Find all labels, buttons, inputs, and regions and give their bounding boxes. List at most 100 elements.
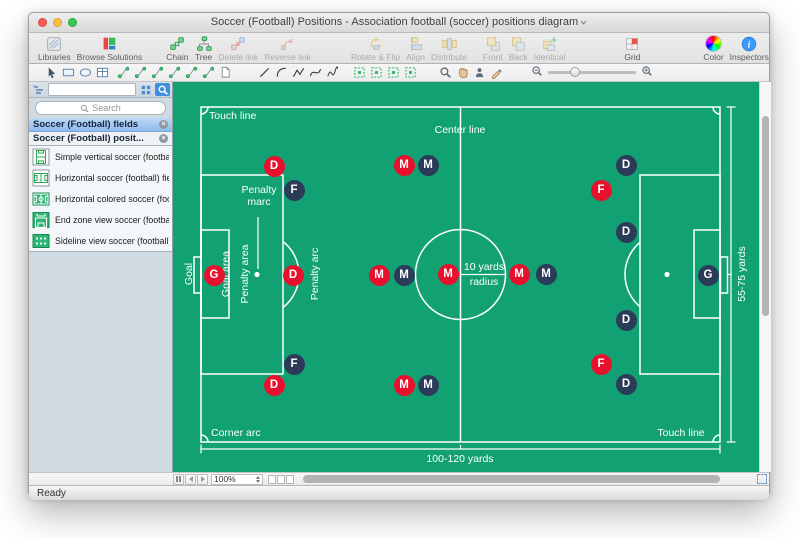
pointer-tool-icon[interactable] bbox=[43, 65, 60, 80]
label-penalty-arc[interactable]: Penalty arc bbox=[309, 248, 321, 301]
player-navy-m[interactable]: M bbox=[393, 264, 415, 286]
table-tool-icon[interactable] bbox=[94, 65, 111, 80]
library-tree-icon[interactable] bbox=[31, 83, 46, 96]
tab-close-icon[interactable]: × bbox=[159, 134, 168, 143]
soccer-field-drawing[interactable] bbox=[173, 82, 759, 472]
drawing-canvas[interactable]: Touch line Center line Corner arc Touch … bbox=[173, 82, 759, 472]
connector-smart-icon[interactable] bbox=[132, 65, 149, 80]
select-move-icon[interactable] bbox=[402, 65, 419, 80]
arc-tool-icon[interactable] bbox=[273, 65, 290, 80]
player-red-d[interactable]: D bbox=[263, 155, 285, 177]
toolbar-color-button[interactable]: Color bbox=[700, 34, 726, 62]
zoom-slider-thumb[interactable] bbox=[570, 67, 580, 77]
label-corner-arc[interactable]: Corner arc bbox=[211, 427, 261, 439]
library-item-label: Simple vertical soccer (football) ... bbox=[55, 151, 169, 162]
pane-splitter-handle[interactable] bbox=[173, 473, 184, 485]
player-red-m[interactable]: M bbox=[508, 263, 530, 285]
zoom-slider-track[interactable] bbox=[548, 67, 636, 77]
ellipse-tool-icon[interactable] bbox=[77, 65, 94, 80]
pencil-tool-icon[interactable] bbox=[488, 65, 505, 80]
vertical-scrollbar-thumb[interactable] bbox=[762, 116, 769, 316]
player-red-m[interactable]: M bbox=[393, 154, 415, 176]
library-tab-soccer-football-posit[interactable]: Soccer (Football) posit... × bbox=[29, 132, 172, 146]
player-red-d[interactable]: D bbox=[263, 374, 285, 396]
v-outline-field-icon bbox=[32, 148, 50, 166]
title-bar[interactable]: Soccer (Football) Positions - Associatio… bbox=[29, 13, 769, 33]
scribble-tool-icon[interactable] bbox=[324, 65, 341, 80]
library-item-horizontal-soccer-football-field[interactable]: Horizontal soccer (football) field bbox=[29, 167, 172, 188]
polyline-tool-icon[interactable] bbox=[290, 65, 307, 80]
library-item-horizontal-colored-soccer-footb[interactable]: Horizontal colored soccer (footb... bbox=[29, 188, 172, 209]
player-red-f[interactable]: F bbox=[590, 179, 612, 201]
player-red-d[interactable]: D bbox=[282, 264, 304, 286]
label-touch-line-bottom[interactable]: Touch line bbox=[657, 427, 704, 439]
toolbar-libraries-button[interactable]: Libraries bbox=[35, 34, 74, 62]
label-touch-line-top[interactable]: Touch line bbox=[209, 110, 256, 122]
page-tabs[interactable] bbox=[268, 474, 294, 484]
toolbar-chain-button[interactable]: Chain bbox=[163, 34, 191, 62]
zoom-tool-icon[interactable] bbox=[437, 65, 454, 80]
label-radius-word[interactable]: radius bbox=[470, 276, 499, 288]
player-navy-m[interactable]: M bbox=[417, 154, 439, 176]
toolbar-browse-solutions-button[interactable]: Browse Solutions bbox=[74, 34, 146, 62]
toolbar-inspectors-button[interactable]: i Inspectors bbox=[727, 34, 772, 62]
player-navy-d[interactable]: D bbox=[615, 154, 637, 176]
horizontal-scrollbar-thumb[interactable] bbox=[303, 475, 720, 483]
page-prev-button[interactable] bbox=[185, 473, 196, 485]
player-red-m[interactable]: M bbox=[437, 263, 459, 285]
connector-direct-icon[interactable] bbox=[115, 65, 132, 80]
search-input[interactable]: Search bbox=[35, 101, 166, 115]
author-tool-icon[interactable] bbox=[471, 65, 488, 80]
player-red-g[interactable]: G bbox=[203, 264, 225, 286]
connector-arc-icon[interactable] bbox=[149, 65, 166, 80]
library-item-simple-vertical-soccer-football[interactable]: Simple vertical soccer (football) ... bbox=[29, 146, 172, 167]
connector-curved-icon[interactable] bbox=[183, 65, 200, 80]
tab-close-icon[interactable]: × bbox=[159, 120, 168, 129]
label-width-dimension[interactable]: 100-120 yards bbox=[426, 453, 493, 465]
player-red-m[interactable]: M bbox=[393, 374, 415, 396]
player-navy-d[interactable]: D bbox=[615, 373, 637, 395]
player-navy-f[interactable]: F bbox=[283, 353, 305, 375]
toolbar-tree-button[interactable]: Tree bbox=[192, 34, 216, 62]
spline-tool-icon[interactable] bbox=[307, 65, 324, 80]
page-tool-icon[interactable] bbox=[217, 65, 234, 80]
player-navy-d[interactable]: D bbox=[615, 221, 637, 243]
player-navy-g[interactable]: G bbox=[697, 264, 719, 286]
library-item-sideline-view-soccer-football-f[interactable]: Sideline view soccer (football) f... bbox=[29, 230, 172, 251]
connector-bezier-icon[interactable] bbox=[166, 65, 183, 80]
canvas-corner-icon[interactable] bbox=[757, 474, 767, 484]
zoom-level-field[interactable]: 100% bbox=[211, 473, 263, 485]
rectangle-tool-icon[interactable] bbox=[60, 65, 77, 80]
vertical-scrollbar[interactable] bbox=[759, 82, 771, 472]
label-goal[interactable]: Goal bbox=[183, 263, 195, 285]
hand-tool-icon[interactable] bbox=[454, 65, 471, 80]
player-navy-m[interactable]: M bbox=[417, 374, 439, 396]
label-penalty-mark[interactable]: Penalty marc bbox=[233, 184, 285, 208]
player-navy-d[interactable]: D bbox=[615, 309, 637, 331]
player-red-f[interactable]: F bbox=[590, 353, 612, 375]
label-height-dimension[interactable]: 55-75 yards bbox=[736, 246, 748, 301]
zoom-stepper[interactable] bbox=[256, 475, 260, 483]
connector-rounded-icon[interactable] bbox=[200, 65, 217, 80]
select-layer-icon[interactable] bbox=[385, 65, 402, 80]
player-navy-f[interactable]: F bbox=[283, 179, 305, 201]
zoom-out-icon[interactable] bbox=[531, 64, 543, 82]
search-view-button[interactable] bbox=[155, 83, 170, 96]
library-tab-soccer-football-fields[interactable]: Soccer (Football) fields × bbox=[29, 118, 172, 132]
select-area-icon[interactable] bbox=[351, 65, 368, 80]
player-red-m[interactable]: M bbox=[368, 264, 390, 286]
grid-view-button[interactable] bbox=[138, 83, 153, 96]
library-path-field[interactable] bbox=[48, 83, 136, 96]
label-radius-value[interactable]: 10 yards bbox=[464, 261, 504, 273]
page-next-button[interactable] bbox=[197, 473, 208, 485]
toolbar-grid-button[interactable]: Grid bbox=[620, 34, 644, 62]
line-tool-icon[interactable] bbox=[256, 65, 273, 80]
library-item-end-zone-view-soccer-football[interactable]: End zone view soccer (football) ... bbox=[29, 209, 172, 230]
select-shapes-icon[interactable] bbox=[368, 65, 385, 80]
label-center-line[interactable]: Center line bbox=[435, 124, 486, 136]
label-penalty-area[interactable]: Penalty area bbox=[239, 245, 251, 304]
player-navy-m[interactable]: M bbox=[535, 263, 557, 285]
zoom-in-icon[interactable] bbox=[641, 64, 653, 82]
horizontal-scrollbar[interactable] bbox=[301, 474, 754, 485]
zoom-slider[interactable] bbox=[531, 64, 653, 82]
